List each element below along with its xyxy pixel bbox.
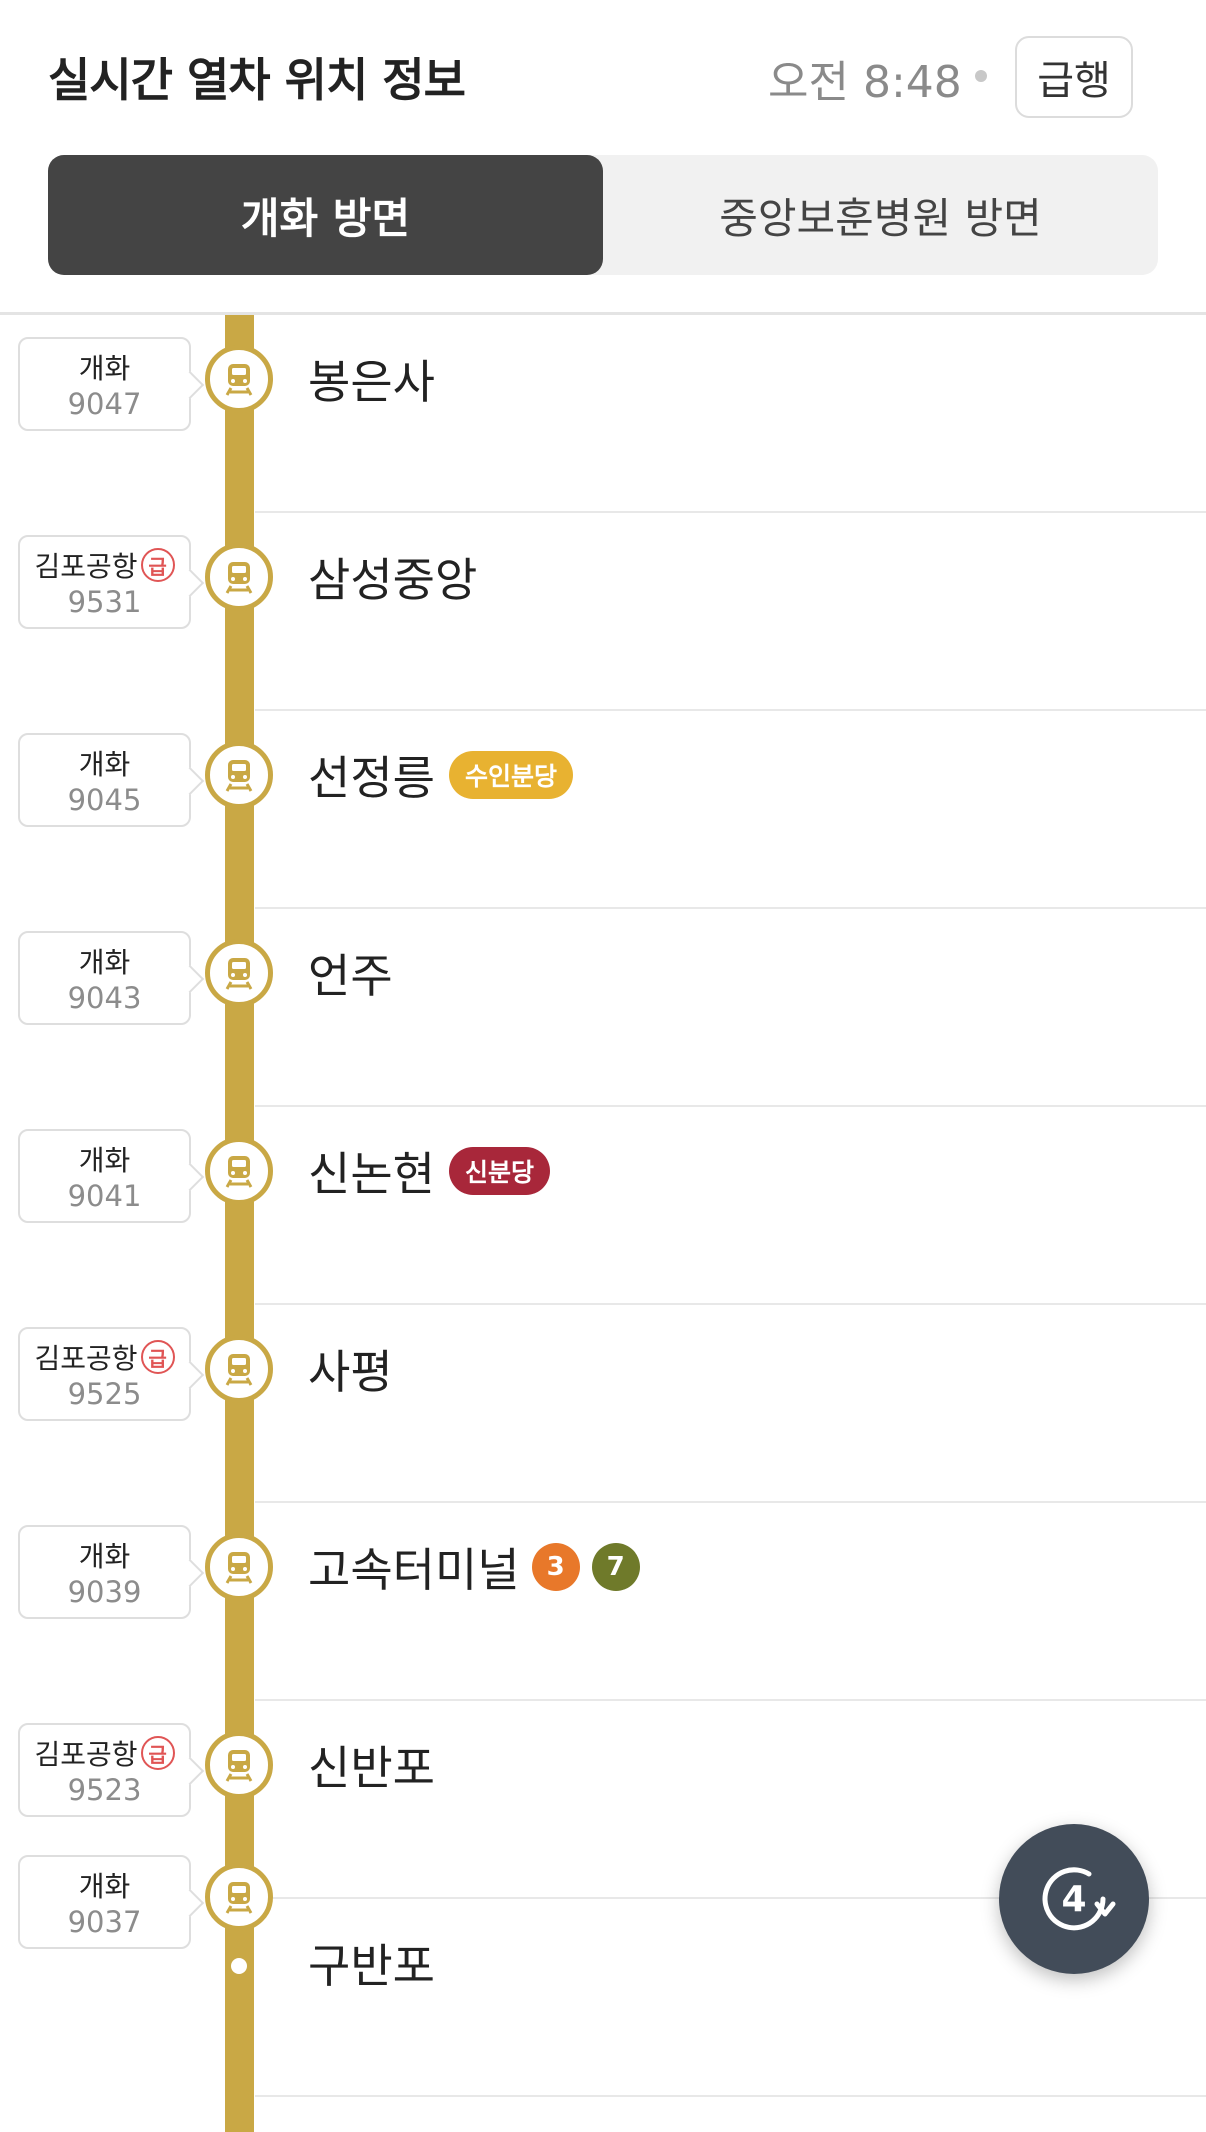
train-marker[interactable] [205, 936, 276, 1007]
current-time: 오전 8:48 [768, 57, 962, 108]
train-marker[interactable] [205, 1533, 273, 1601]
separator-dot [975, 70, 987, 82]
train-icon [225, 562, 253, 594]
train-icon [225, 1552, 253, 1584]
train-destination: 김포공항 급 [20, 1735, 189, 1771]
express-mark-icon: 급 [140, 1736, 175, 1770]
station-name-text: 신반포 [308, 1741, 435, 1795]
train-icon [225, 958, 253, 990]
refresh-button[interactable]: 4 [999, 1824, 1149, 1974]
train-number: 9037 [67, 1905, 142, 1939]
transfer-badge-suin-bundang: 수인분당 [448, 751, 573, 799]
train-number: 9041 [67, 1179, 142, 1213]
station-name: 언주 [308, 943, 393, 1003]
station-name-text: 신논현 [308, 1147, 435, 1201]
train-marker[interactable] [205, 1137, 273, 1205]
refresh-countdown: 4 [1061, 1878, 1087, 1920]
train-number: 9531 [67, 585, 142, 619]
station-name: 고속터미널 3 7 [308, 1537, 640, 1597]
train-number: 9047 [67, 387, 142, 421]
train-destination: 개화 [20, 745, 189, 781]
direction-tabs: 개화 방면 중앙보훈병원 방면 [48, 155, 1158, 275]
station-name: 봉은사 [308, 349, 435, 409]
train-number: 9523 [67, 1773, 142, 1807]
train-destination: 개화 [20, 1537, 189, 1573]
train-destination: 김포공항 급 [20, 1339, 189, 1375]
train-number: 9039 [67, 1575, 142, 1609]
transfer-badge-sinbundang: 신분당 [448, 1147, 550, 1195]
train-label[interactable]: 개화 9045 [18, 725, 195, 827]
train-label[interactable]: 개화 9041 [18, 1129, 191, 1223]
train-destination: 개화 [20, 1141, 189, 1177]
station-name-text: 사평 [308, 1345, 393, 1399]
station-name: 신논현 신분당 [308, 1141, 550, 1201]
train-destination-text: 개화 [78, 748, 131, 781]
train-destination: 김포공항 급 [20, 547, 189, 583]
train-destination: 개화 [20, 349, 189, 385]
train-destination-text: 개화 [78, 1144, 131, 1177]
train-marker[interactable] [205, 345, 273, 413]
row-divider [255, 2095, 1206, 2097]
station-name: 신반포 [308, 1735, 435, 1795]
station-name-text: 구반포 [308, 1939, 435, 1993]
train-destination-text: 김포공항 [34, 1738, 138, 1771]
station-name: 사평 [308, 1339, 393, 1399]
train-marker[interactable] [205, 738, 276, 809]
train-destination-text: 개화 [78, 1870, 131, 1903]
train-marker[interactable] [205, 1335, 273, 1403]
train-icon [225, 364, 253, 396]
station-dot [231, 1958, 247, 1974]
station-name-text: 봉은사 [308, 355, 435, 409]
train-label[interactable]: 개화 9047 [18, 337, 191, 431]
train-label[interactable]: 개화 9039 [18, 1525, 191, 1619]
train-label[interactable]: 김포공항 급 9525 [18, 1327, 191, 1421]
station-name-text: 선정릉 [308, 751, 435, 805]
train-label[interactable]: 김포공항 급 9523 [18, 1723, 191, 1817]
train-icon [225, 1882, 253, 1914]
train-icon [225, 1750, 253, 1782]
app-header: 실시간 열차 위치 정보 오전 8:48 급행 [0, 0, 1206, 152]
station-name: 선정릉 수인분당 [308, 745, 573, 805]
station-name: 구반포 [308, 1933, 435, 1993]
train-marker[interactable] [205, 1863, 273, 1931]
train-marker[interactable] [205, 543, 273, 611]
transfer-line-7-badge: 7 [591, 1543, 640, 1591]
train-number: 9045 [67, 783, 142, 817]
train-label[interactable]: 김포공항 급 9531 [18, 535, 191, 629]
tab-veterans-hospital[interactable]: 중앙보훈병원 방면 [603, 155, 1158, 275]
train-label[interactable]: 개화 9043 [18, 923, 195, 1025]
train-destination: 개화 [20, 943, 189, 979]
train-icon [225, 1156, 253, 1188]
station-name: 삼성중앙 [308, 547, 477, 607]
station-name-text: 삼성중앙 [308, 553, 478, 607]
train-label[interactable]: 개화 9037 [18, 1855, 191, 1949]
train-number: 9525 [67, 1377, 142, 1411]
express-filter-button[interactable]: 급행 [1015, 36, 1133, 118]
page-title: 실시간 열차 위치 정보 [48, 53, 466, 107]
express-mark-icon: 급 [140, 548, 175, 582]
train-destination-text: 김포공항 [34, 550, 138, 583]
train-destination-text: 개화 [78, 352, 131, 385]
train-destination-text: 개화 [78, 1540, 131, 1573]
train-destination: 개화 [20, 1867, 189, 1903]
station-name-text: 고속터미널 [308, 1543, 520, 1597]
train-destination-text: 김포공항 [34, 1342, 138, 1375]
train-icon [225, 760, 253, 792]
transfer-line-3-badge: 3 [531, 1543, 580, 1591]
tab-gaehwa[interactable]: 개화 방면 [48, 155, 603, 275]
train-destination-text: 개화 [78, 946, 131, 979]
station-name-text: 언주 [308, 949, 393, 1003]
express-mark-icon: 급 [140, 1340, 175, 1374]
train-icon [225, 1354, 253, 1386]
train-marker[interactable] [205, 1731, 273, 1799]
train-number: 9043 [67, 981, 142, 1015]
